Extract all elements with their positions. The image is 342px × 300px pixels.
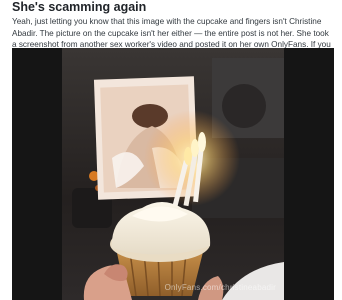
post-card: She's scamming again Yeah, just letting … — [0, 0, 342, 300]
post-title[interactable]: She's scamming again — [12, 0, 146, 14]
image-watermark: OnlyFans.com/christineabadir — [164, 283, 276, 292]
photo-scene — [12, 48, 334, 300]
post-image[interactable]: OnlyFans.com/christineabadir — [12, 48, 334, 300]
